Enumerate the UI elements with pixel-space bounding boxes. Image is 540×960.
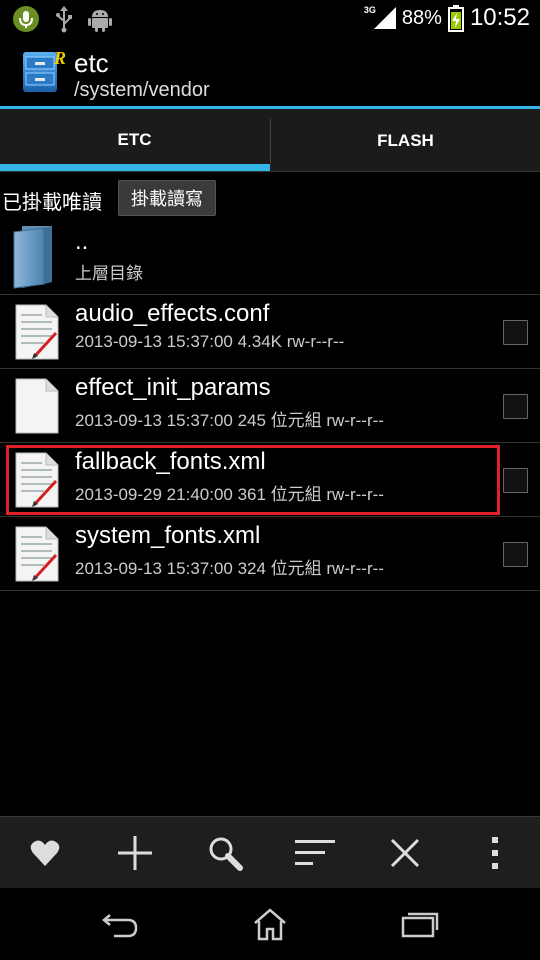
folder-title: etc	[74, 48, 109, 78]
clock: 10:52	[469, 4, 530, 31]
folder-icon	[13, 226, 52, 289]
file-list: .. 上層目錄 audio_effects.conf 2013-09-13 15…	[0, 222, 540, 591]
text-file-icon	[15, 452, 59, 508]
exit-button[interactable]	[360, 817, 450, 889]
overflow-menu-icon	[492, 837, 498, 869]
system-indicators: 3G 88% 10:52	[364, 4, 530, 32]
text-file-icon	[15, 526, 59, 582]
file-row[interactable]: fallback_fonts.xml 2013-09-29 21:40:00 3…	[0, 443, 540, 517]
file-details: 2013-09-13 15:37:00 4.34K rw-r--r--	[75, 332, 345, 351]
file-select-checkbox[interactable]	[503, 320, 528, 345]
recent-apps-button[interactable]	[370, 888, 470, 960]
action-bar: R etc /system/vendor	[0, 38, 540, 106]
file-select-checkbox[interactable]	[503, 394, 528, 419]
bottom-toolbar	[0, 816, 540, 889]
network-type: 3G	[363, 5, 376, 15]
folder-path: /system/vendor	[74, 79, 210, 101]
overflow-menu-button[interactable]	[450, 817, 540, 889]
parent-directory-row[interactable]: .. 上層目錄	[0, 222, 540, 295]
root-explorer-app-icon[interactable]: R	[20, 48, 66, 94]
back-button[interactable]	[70, 888, 170, 960]
home-button[interactable]	[220, 888, 320, 960]
file-row[interactable]: effect_init_params 2013-09-13 15:37:00 2…	[0, 369, 540, 443]
tab-flash[interactable]: FLASH	[270, 119, 540, 163]
tab-bar: ETC FLASH	[0, 109, 540, 172]
status-bar: 3G 88% 10:52	[0, 0, 540, 38]
file-name: audio_effects.conf	[75, 300, 270, 327]
mic-icon	[13, 6, 39, 32]
file-name: fallback_fonts.xml	[75, 448, 266, 475]
file-details: 2013-09-13 15:37:00 245 位元組 rw-r--r--	[75, 411, 384, 430]
usb-icon	[56, 6, 72, 33]
mount-read-write-button[interactable]: 掛載讀寫	[118, 180, 216, 216]
battery-charging-icon	[447, 5, 464, 32]
text-file-icon	[15, 304, 59, 360]
file-row[interactable]: system_fonts.xml 2013-09-13 15:37:00 324…	[0, 517, 540, 591]
svg-text:R: R	[53, 48, 66, 68]
home-icon	[254, 908, 286, 941]
file-details: 2013-09-13 15:37:00 324 位元組 rw-r--r--	[75, 559, 384, 578]
battery-percent: 88%	[401, 6, 442, 29]
file-details: 2013-09-29 21:40:00 361 位元組 rw-r--r--	[75, 485, 384, 504]
navigation-bar	[0, 888, 540, 960]
close-icon	[390, 838, 420, 868]
file-select-checkbox[interactable]	[503, 468, 528, 493]
mount-status-row: 已掛載唯讀 掛載讀寫	[0, 174, 540, 222]
blank-file-icon	[15, 378, 59, 434]
new-item-button[interactable]	[90, 817, 180, 889]
sort-icon	[295, 840, 335, 865]
signal-icon	[373, 7, 396, 29]
search-button[interactable]	[180, 817, 270, 889]
search-icon	[209, 837, 243, 871]
tab-etc[interactable]: ETC	[0, 109, 269, 171]
back-icon	[102, 914, 138, 938]
selected-tab-indicator	[0, 164, 270, 171]
android-icon	[88, 10, 112, 32]
file-name: system_fonts.xml	[75, 522, 261, 549]
file-select-checkbox[interactable]	[503, 542, 528, 567]
bookmarks-button[interactable]	[0, 817, 90, 889]
plus-icon	[118, 836, 152, 870]
parent-directory-label: 上層目錄	[75, 264, 143, 283]
notification-icons	[12, 5, 112, 33]
file-row[interactable]: audio_effects.conf 2013-09-13 15:37:00 4…	[0, 295, 540, 369]
sort-button[interactable]	[270, 817, 360, 889]
recent-apps-icon	[401, 912, 439, 938]
file-name: effect_init_params	[75, 374, 271, 401]
mount-status-label: 已掛載唯讀	[2, 192, 102, 214]
parent-directory-name: ..	[75, 228, 89, 255]
heart-icon	[30, 840, 60, 866]
